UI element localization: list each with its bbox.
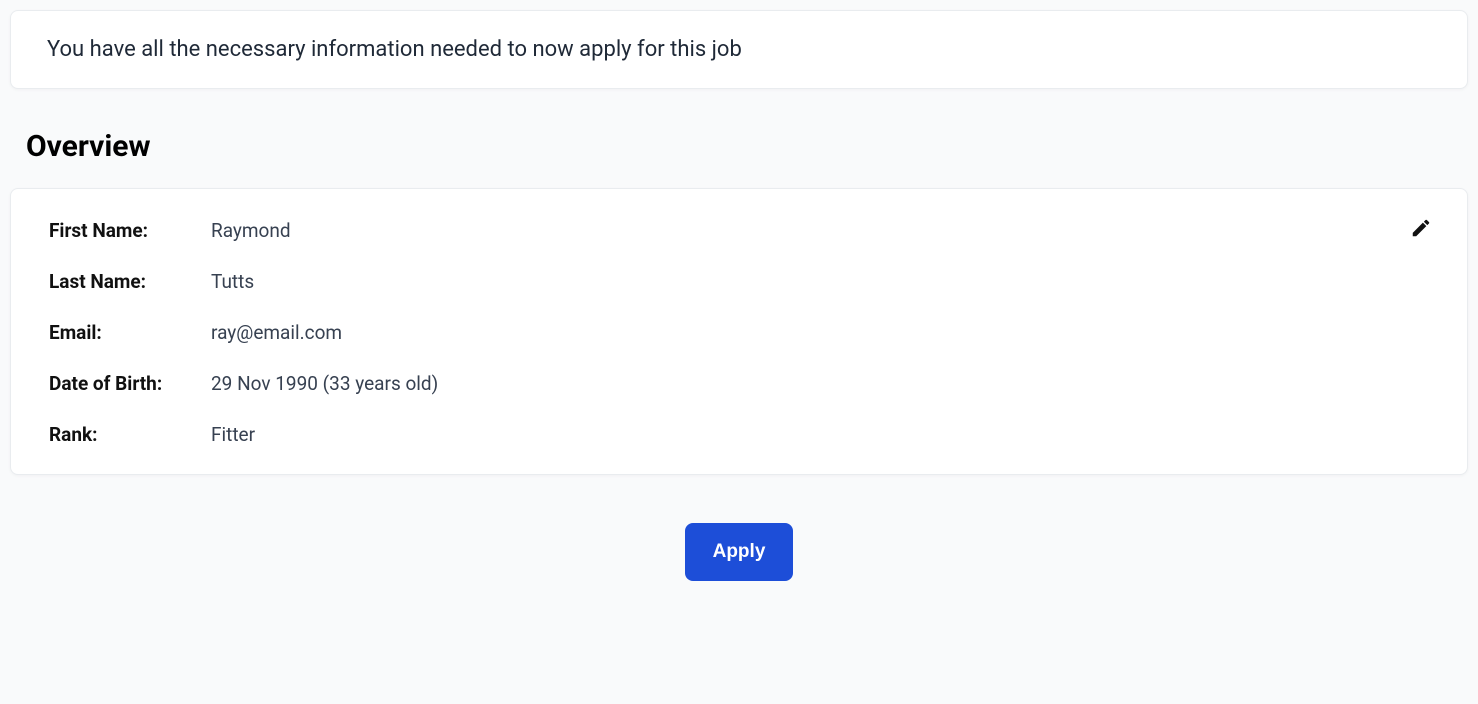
label-last-name: Last Name: [49, 270, 211, 293]
banner-message: You have all the necessary information n… [47, 37, 1431, 62]
edit-button[interactable] [1405, 213, 1437, 245]
row-last-name: Last Name: Tutts [49, 270, 1429, 293]
row-email: Email: ray@email.com [49, 321, 1429, 344]
row-dob: Date of Birth: 29 Nov 1990 (33 years old… [49, 372, 1429, 395]
apply-button[interactable]: Apply [685, 523, 794, 581]
overview-title: Overview [26, 129, 1468, 164]
row-rank: Rank: Fitter [49, 423, 1429, 446]
label-email: Email: [49, 321, 211, 344]
value-email: ray@email.com [211, 321, 342, 344]
info-banner: You have all the necessary information n… [10, 10, 1468, 89]
value-rank: Fitter [211, 423, 255, 446]
label-rank: Rank: [49, 423, 211, 446]
apply-container: Apply [10, 523, 1468, 581]
label-first-name: First Name: [49, 219, 211, 242]
value-dob: 29 Nov 1990 (33 years old) [211, 372, 438, 395]
label-dob: Date of Birth: [49, 372, 211, 395]
pencil-icon [1410, 217, 1432, 242]
row-first-name: First Name: Raymond [49, 219, 1429, 242]
value-first-name: Raymond [211, 219, 291, 242]
overview-card: First Name: Raymond Last Name: Tutts Ema… [10, 188, 1468, 475]
value-last-name: Tutts [211, 270, 254, 293]
